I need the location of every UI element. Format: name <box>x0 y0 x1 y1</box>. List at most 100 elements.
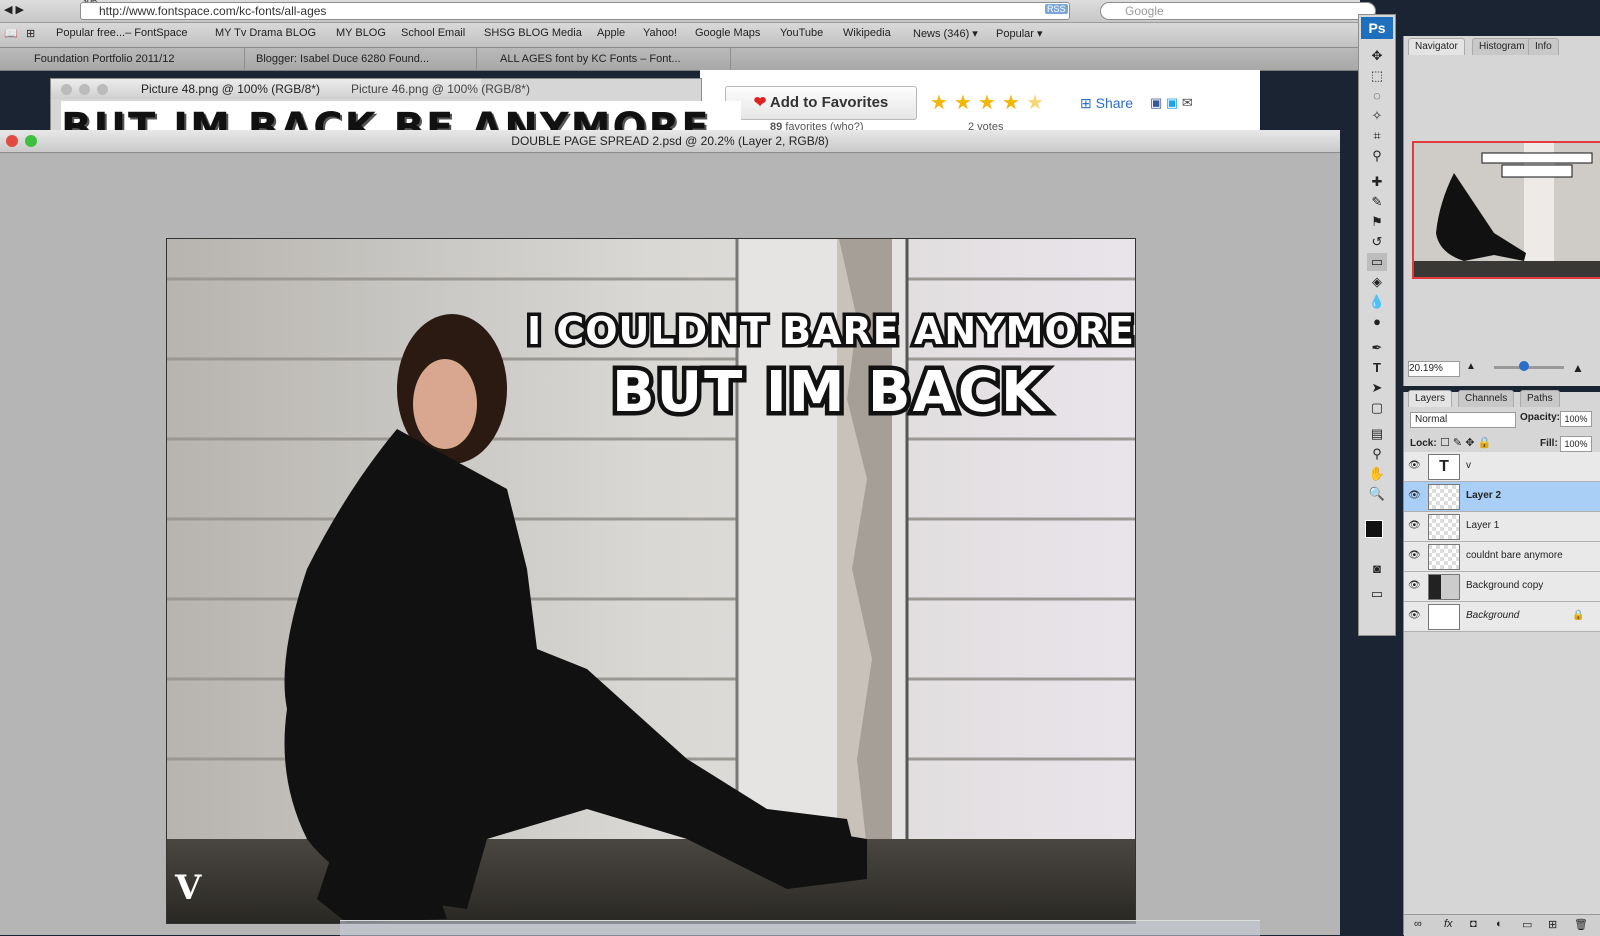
magic-wand-tool-icon[interactable]: ✧ <box>1367 107 1387 125</box>
search-input[interactable]: Google <box>1100 2 1376 20</box>
close-icon[interactable] <box>61 84 72 95</box>
bookmark-item[interactable]: SHSG BLOG Media <box>484 27 582 39</box>
hand-tool-icon[interactable]: ✋ <box>1367 465 1387 483</box>
fill-field[interactable]: 100% <box>1560 436 1592 452</box>
pen-tool-icon[interactable]: ✒ <box>1367 339 1387 357</box>
blend-mode-select[interactable]: Normal <box>1410 412 1516 428</box>
zoom-tool-icon[interactable]: 🔍 <box>1367 485 1387 503</box>
ps-logo[interactable]: Ps <box>1361 17 1393 39</box>
history-brush-tool-icon[interactable]: ↺ <box>1367 233 1387 251</box>
tab-info[interactable]: Info <box>1528 38 1559 55</box>
path-selection-tool-icon[interactable]: ➤ <box>1367 379 1387 397</box>
browser-tab[interactable]: Foundation Portfolio 2011/12 <box>24 48 245 70</box>
bookmark-item[interactable]: Popular free...– FontSpace <box>56 27 187 39</box>
move-tool-icon[interactable]: ✥ <box>1367 47 1387 65</box>
bookmark-item[interactable]: News (346) ▾ <box>913 27 978 40</box>
link-layers-icon[interactable]: ∞ <box>1414 918 1422 930</box>
blur-tool-icon[interactable]: 💧 <box>1367 293 1387 311</box>
bookmark-item[interactable]: School Email <box>401 27 465 39</box>
opacity-field[interactable]: 100% <box>1560 411 1592 427</box>
bookmark-item[interactable]: MY Tv Drama BLOG <box>215 27 316 39</box>
layer-row[interactable]: 👁 Layer 2 <box>1404 482 1600 512</box>
canvas-image[interactable]: I COULDNT BARE ANYMORE BUT IM BACK V <box>166 238 1136 924</box>
navigator-thumbnail[interactable] <box>1412 141 1600 279</box>
tab-channels[interactable]: Channels <box>1458 390 1515 407</box>
lock-icons[interactable]: ☐ ✎ ✥ 🔒 <box>1440 436 1491 449</box>
add-to-favorites-button[interactable]: ❤ Add to Favorites <box>725 86 917 120</box>
url-field[interactable]: http://www.fontspace.com/kc-fonts/all-ag… <box>80 2 1070 20</box>
tab-navigator[interactable]: Navigator <box>1408 38 1465 55</box>
eye-icon[interactable]: 👁 <box>1408 610 1422 622</box>
layer-row[interactable]: 👁 Background copy <box>1404 572 1600 602</box>
foreground-color-swatch[interactable] <box>1365 520 1383 538</box>
eye-icon[interactable]: 👁 <box>1408 460 1422 472</box>
eyedropper2-tool-icon[interactable]: ⚲ <box>1367 445 1387 463</box>
rating-star-icon[interactable]: ★ <box>954 90 972 115</box>
layer-style-icon[interactable]: fx <box>1444 918 1453 930</box>
twitter-icon[interactable]: ▣ <box>1166 95 1178 110</box>
eye-icon[interactable]: 👁 <box>1408 550 1422 562</box>
minimize-icon[interactable] <box>79 84 90 95</box>
eyedropper-tool-icon[interactable]: ⚲ <box>1367 147 1387 165</box>
eye-icon[interactable]: 👁 <box>1408 520 1422 532</box>
rating-half-star-icon[interactable]: ★ <box>1026 90 1044 115</box>
layer-row[interactable]: 👁 T v <box>1404 452 1600 482</box>
type-tool-icon[interactable]: T <box>1367 359 1387 377</box>
rating-star-icon[interactable]: ★ <box>1002 90 1020 115</box>
adjustment-layer-icon[interactable]: ◐ <box>1496 918 1503 930</box>
rss-badge[interactable]: RSS <box>1045 4 1068 14</box>
browser-tab[interactable]: Blogger: Isabel Duce 6280 Found... <box>246 48 477 70</box>
back-forward-buttons[interactable]: ◀ ▶ <box>4 3 64 19</box>
browser-tab[interactable]: ALL AGES font by KC Fonts – Font... <box>490 48 731 70</box>
tab-paths[interactable]: Paths <box>1520 390 1560 407</box>
share-button[interactable]: ⊞ Share <box>1080 95 1133 112</box>
trash-icon[interactable]: 🗑 <box>1574 918 1588 931</box>
rating-star-icon[interactable]: ★ <box>930 90 948 115</box>
crop-tool-icon[interactable]: ⌗ <box>1367 127 1387 145</box>
quick-mask-icon[interactable]: ◙ <box>1367 560 1387 578</box>
bookmark-item[interactable]: Wikipedia <box>843 27 891 39</box>
dodge-tool-icon[interactable]: ● <box>1367 313 1387 331</box>
zoom-field[interactable]: 20.19% <box>1408 361 1460 377</box>
brush-tool-icon[interactable]: ✎ <box>1367 193 1387 211</box>
tab-histogram[interactable]: Histogram <box>1472 38 1532 55</box>
zoom-slider-knob[interactable] <box>1519 361 1529 371</box>
social-icons[interactable]: ▣ ▣ ✉ <box>1150 95 1193 111</box>
document-titlebar[interactable]: DOUBLE PAGE SPREAD 2.psd @ 20.2% (Layer … <box>0 130 1340 153</box>
bookmark-item[interactable]: Yahoo! <box>643 27 677 39</box>
eye-icon[interactable]: 👁 <box>1408 490 1422 502</box>
zoom-icon[interactable] <box>97 84 108 95</box>
reading-list-icon[interactable]: 📖 <box>4 27 18 40</box>
zoom-slider[interactable] <box>1494 366 1564 369</box>
bookmark-item[interactable]: Popular ▾ <box>996 27 1043 40</box>
tab-layers[interactable]: Layers <box>1408 390 1453 407</box>
mail-icon[interactable]: ✉ <box>1182 95 1193 110</box>
top-sites-icon[interactable]: ⊞ <box>26 27 35 40</box>
zoom-out-icon[interactable]: ▲ <box>1466 361 1486 373</box>
screen-mode-icon[interactable]: ▭ <box>1367 585 1387 603</box>
layer-row[interactable]: 👁 Layer 1 <box>1404 512 1600 542</box>
clone-stamp-tool-icon[interactable]: ⚑ <box>1367 213 1387 231</box>
new-group-icon[interactable]: ▭ <box>1522 918 1532 931</box>
facebook-icon[interactable]: ▣ <box>1150 95 1162 110</box>
lasso-tool-icon[interactable]: ◌ <box>1367 87 1387 105</box>
rating-star-icon[interactable]: ★ <box>978 90 996 115</box>
paint-bucket-tool-icon[interactable]: ◈ <box>1367 273 1387 291</box>
bookmark-item[interactable]: MY BLOG <box>336 27 386 39</box>
dock[interactable] <box>340 920 1260 936</box>
marquee-tool-icon[interactable]: ⬚ <box>1367 67 1387 85</box>
layer-row[interactable]: 👁 couldnt bare anymore <box>1404 542 1600 572</box>
healing-brush-tool-icon[interactable]: ✚ <box>1367 173 1387 191</box>
layer-mask-icon[interactable]: ◘ <box>1470 918 1477 930</box>
zoom-in-icon[interactable]: ▲ <box>1572 361 1592 375</box>
shape-tool-icon[interactable]: ▢ <box>1367 399 1387 417</box>
bookmark-item[interactable]: Google Maps <box>695 27 760 39</box>
bookmark-item[interactable]: YouTube <box>780 27 823 39</box>
bookmark-item[interactable]: Apple <box>597 27 625 39</box>
zoom-icon[interactable] <box>25 135 37 147</box>
notes-tool-icon[interactable]: ▤ <box>1367 425 1387 443</box>
close-icon[interactable] <box>6 135 18 147</box>
new-layer-icon[interactable]: ⊞ <box>1548 918 1557 931</box>
eraser-tool-icon[interactable]: ▭ <box>1367 253 1387 271</box>
layer-row[interactable]: 👁 Background 🔒 <box>1404 602 1600 632</box>
